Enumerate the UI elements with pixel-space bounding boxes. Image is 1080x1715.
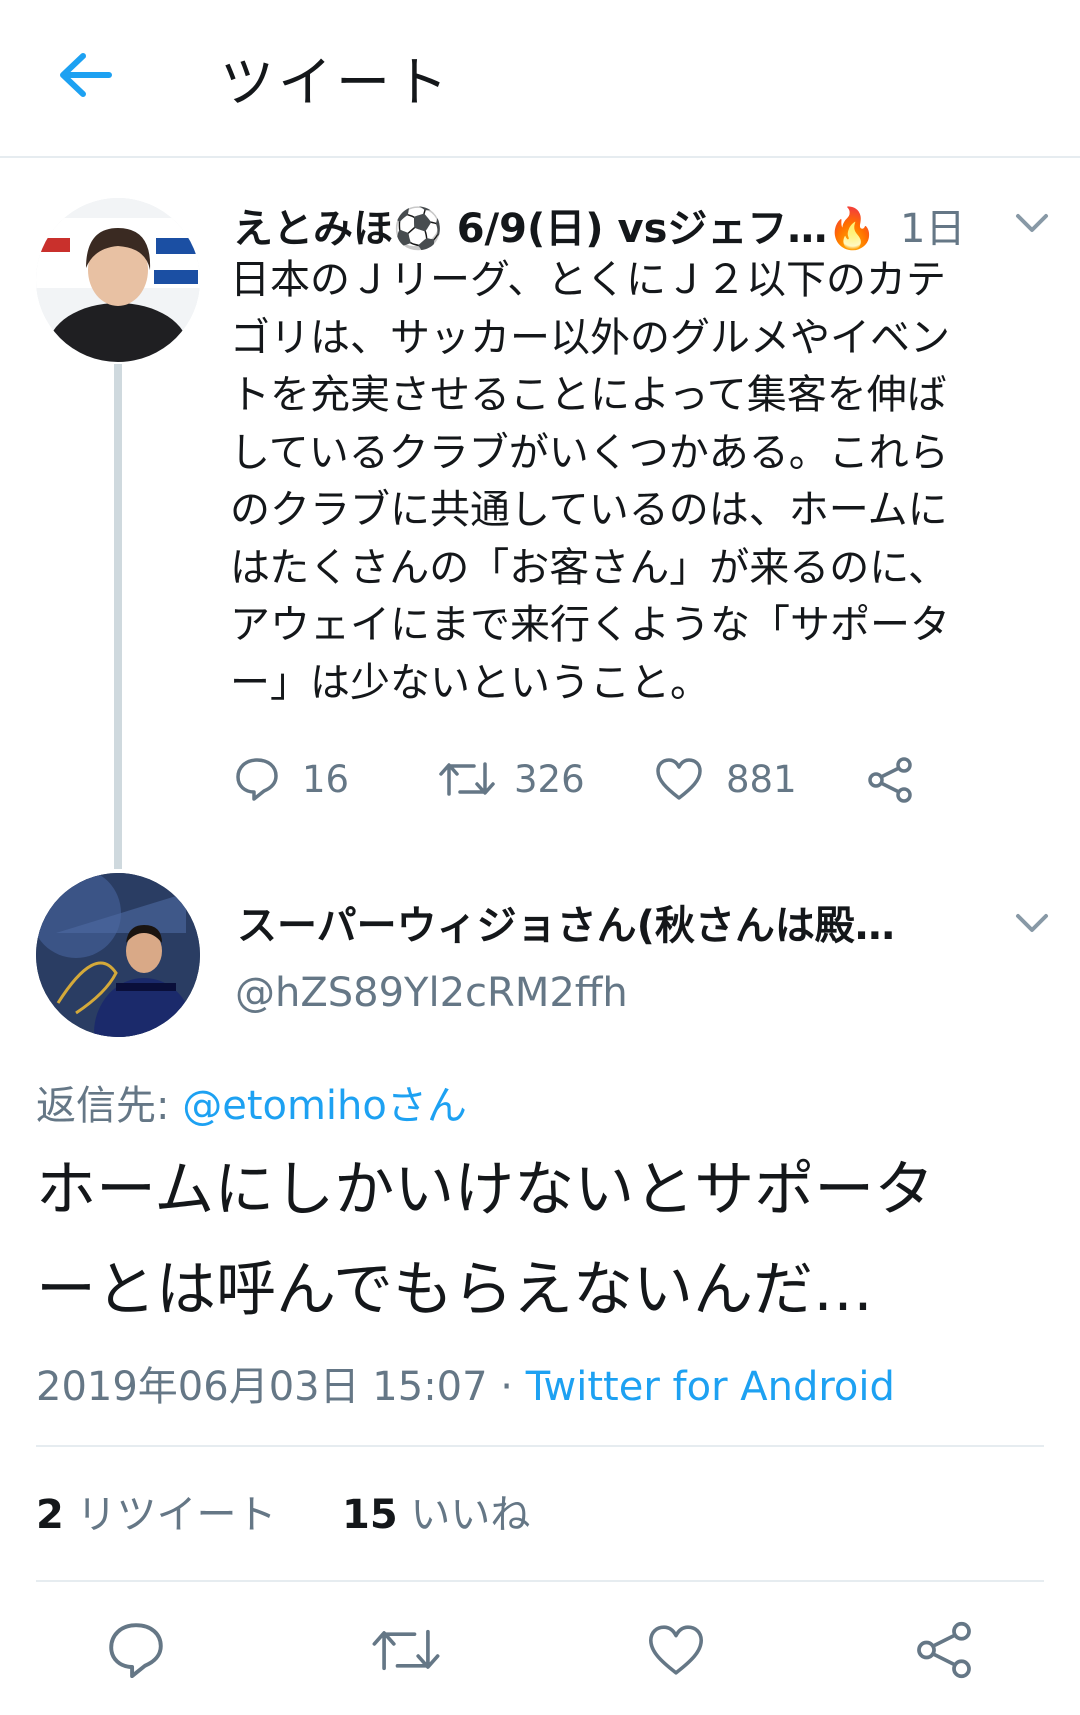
tweet-text-line: のクラブに共通しているのは、ホームに bbox=[230, 487, 948, 533]
retweet-button[interactable]: 326 bbox=[438, 756, 585, 802]
tweet-text-line: ー」は少ないということ。 bbox=[230, 659, 710, 706]
tweet-text-line: ーとは呼んでもらえないんだ… bbox=[36, 1255, 873, 1325]
engagement-stats: 2 リツイート 15 いいね bbox=[36, 1482, 530, 1540]
tweet-meta: 2019年06月03日 15:07 · Twitter for Android bbox=[36, 1354, 895, 1412]
like-button[interactable] bbox=[644, 1618, 708, 1682]
tweet-time: 1日 bbox=[900, 206, 966, 252]
tweet-text: 日本のＪリーグ、とくにＪ２以下のカテ ゴリは、サッカー以外のグルメやイベン トを… bbox=[230, 252, 1060, 712]
retweet-icon bbox=[439, 762, 495, 796]
avatar[interactable] bbox=[36, 198, 200, 362]
heart-icon bbox=[656, 758, 702, 800]
app-header: ツイート bbox=[0, 0, 1080, 158]
author-handle[interactable]: @hZS89Yl2cRM2ffh bbox=[235, 970, 628, 1016]
retweet-total: 2 bbox=[36, 1492, 64, 1538]
divider bbox=[36, 1445, 1044, 1447]
tweet-source-link[interactable]: Twitter for Android bbox=[526, 1364, 895, 1410]
tweet-text-line: しているクラブがいくつかある。これら bbox=[230, 429, 949, 476]
reply-button[interactable] bbox=[104, 1618, 168, 1682]
reply-mention-link[interactable]: @etomihoさん bbox=[182, 1083, 467, 1129]
author-name[interactable]: スーパーウィジョさん(秋さんは殿… bbox=[237, 893, 895, 951]
chevron-down-icon[interactable] bbox=[1012, 908, 1052, 938]
retweet-label: リツイート bbox=[63, 1492, 277, 1538]
tweet-text-line: ゴリは、サッカー以外のグルメやイベン bbox=[230, 314, 950, 361]
like-count: 881 bbox=[726, 757, 797, 801]
tweet-text-line: トを充実させることによって集客を伸ば bbox=[230, 372, 947, 418]
share-button[interactable] bbox=[866, 756, 914, 804]
reply-button[interactable]: 16 bbox=[234, 756, 349, 802]
like-label: いいね bbox=[397, 1492, 531, 1538]
divider bbox=[36, 1580, 1044, 1582]
retweets-stat[interactable]: 2 リツイート bbox=[36, 1492, 277, 1538]
share-icon bbox=[868, 757, 912, 803]
like-total: 15 bbox=[342, 1492, 398, 1538]
tweet-text: ホームにしかいけないとサポータ ーとは呼んでもらえないんだ… bbox=[36, 1140, 1046, 1340]
share-button[interactable] bbox=[912, 1618, 976, 1682]
reply-to-label: 返信先: bbox=[36, 1083, 183, 1129]
heart-icon bbox=[649, 1625, 703, 1675]
share-icon bbox=[917, 1621, 971, 1679]
reply-icon bbox=[236, 758, 278, 801]
thread-line bbox=[114, 364, 122, 869]
arrow-left-icon bbox=[60, 53, 112, 97]
reply-to-line: 返信先: @etomihoさん bbox=[36, 1073, 467, 1131]
avatar-photo bbox=[36, 198, 200, 362]
like-button[interactable]: 881 bbox=[654, 756, 797, 802]
tweet-text-line: アウェイにまで来行くような「サポータ bbox=[230, 602, 950, 648]
avatar-photo bbox=[36, 873, 200, 1037]
author-name[interactable]: えとみほ⚽ 6/9(日) vsジェフ…🔥 bbox=[233, 196, 877, 254]
tweet-text-line: はたくさんの「お客さん」が来るのに、 bbox=[230, 544, 948, 591]
chevron-down-icon[interactable] bbox=[1012, 208, 1052, 238]
back-button[interactable] bbox=[50, 40, 120, 110]
tweet-datetime: 2019年06月03日 15:07 · bbox=[36, 1364, 526, 1410]
retweet-button[interactable] bbox=[370, 1618, 442, 1682]
tweet-text-line: 日本のＪリーグ、とくにＪ２以下のカテ bbox=[230, 257, 946, 303]
tweet-text-line: ホームにしかいけないとサポータ bbox=[36, 1155, 935, 1225]
likes-stat[interactable]: 15 いいね bbox=[342, 1492, 530, 1538]
reply-count: 16 bbox=[302, 757, 350, 801]
reply-icon bbox=[109, 1623, 163, 1679]
retweet-count: 326 bbox=[514, 757, 585, 801]
avatar[interactable] bbox=[36, 873, 200, 1037]
retweet-icon bbox=[372, 1629, 440, 1671]
page-title: ツイート bbox=[220, 51, 452, 114]
